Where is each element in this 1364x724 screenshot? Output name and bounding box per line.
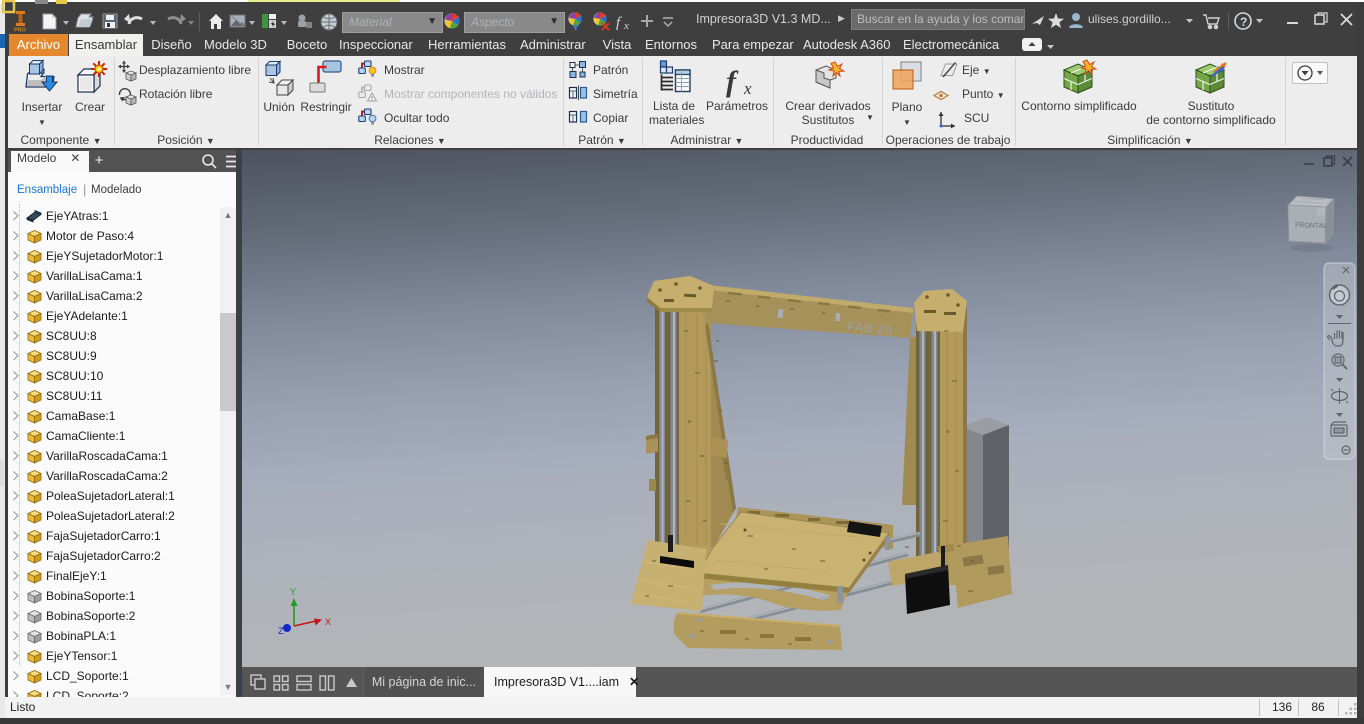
svg-text:X: X: [325, 617, 331, 627]
svg-text:Y: Y: [290, 587, 296, 597]
svg-text:f: f: [726, 65, 739, 98]
svg-text:FRONTAL: FRONTAL: [1295, 222, 1327, 230]
svg-text:Z: Z: [278, 626, 284, 636]
svg-text:x: x: [743, 79, 752, 98]
